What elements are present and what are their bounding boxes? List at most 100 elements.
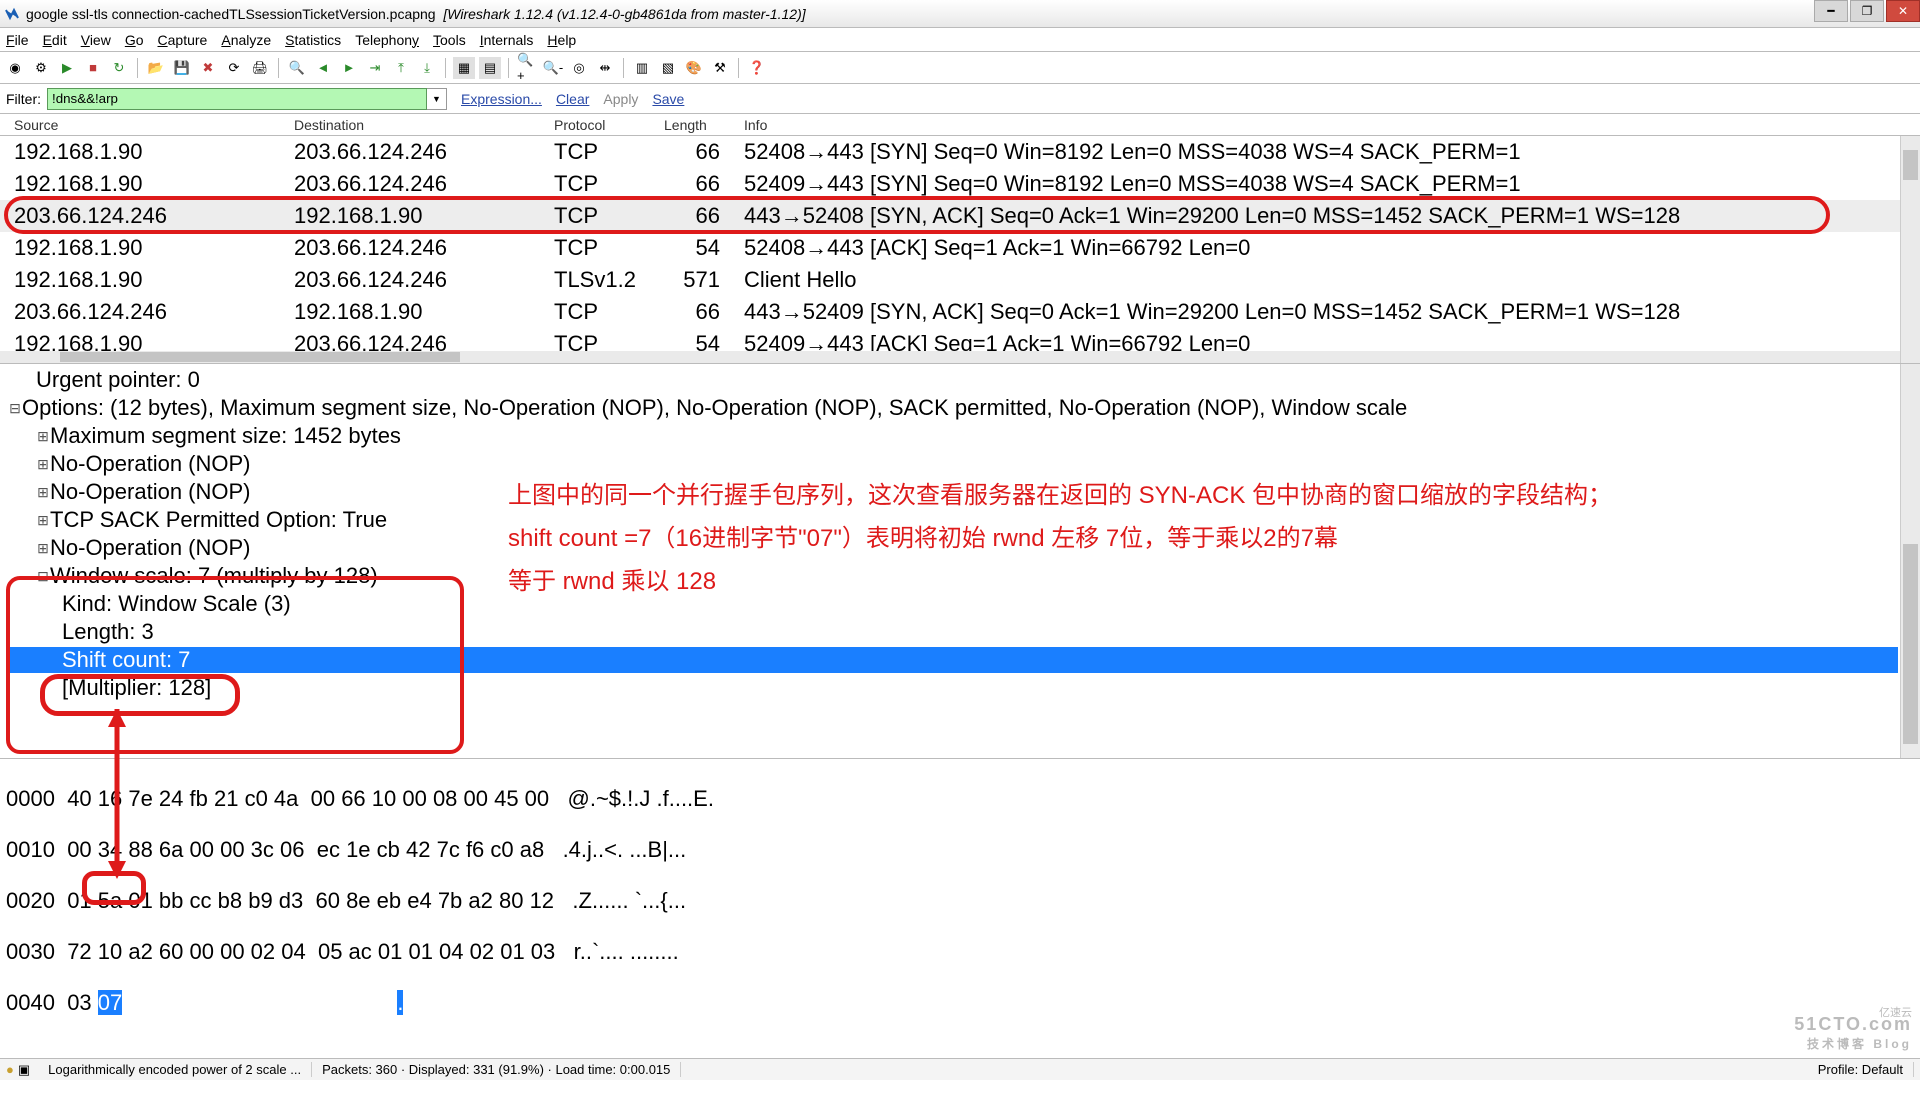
detail-urgent[interactable]: Urgent pointer: 0 [8,366,1920,394]
autoscroll-icon[interactable]: ▤ [479,57,501,79]
filter-input[interactable] [47,88,427,110]
filter-clear[interactable]: Clear [556,91,589,107]
menu-analyze[interactable]: Analyze [221,32,271,48]
status-profile[interactable]: Profile: Default [1808,1062,1914,1077]
resize-columns-icon[interactable]: ⇹ [594,57,616,79]
details-scrollbar-v[interactable] [1900,364,1920,758]
menu-telephony[interactable]: Telephony [355,32,419,48]
packet-details[interactable]: Urgent pointer: 0 ⊟Options: (12 bytes), … [0,364,1920,759]
hex-row[interactable]: 0040 03 07 . [6,990,1920,1016]
packet-row[interactable]: 192.168.1.90203.66.124.246TLSv1.2571Clie… [0,264,1920,296]
window-titlebar: google ssl-tls connection-cachedTLSsessi… [0,0,1920,28]
menu-edit[interactable]: Edit [43,32,67,48]
header-source[interactable]: Source [0,117,280,133]
title-version: [Wireshark 1.12.4 (v1.12.4-0-gb4861da fr… [443,6,805,22]
hex-row[interactable]: 0010 00 34 88 6a 00 00 3c 06 ec 1e cb 42… [6,837,1920,863]
header-protocol[interactable]: Protocol [540,117,650,133]
zoom-reset-icon[interactable]: ◎ [568,57,590,79]
hex-row[interactable]: 0000 40 16 7e 24 fb 21 c0 4a 00 66 10 00… [6,786,1920,812]
close-button[interactable]: ✕ [1886,0,1920,22]
expert-info-icon[interactable]: ▣ [18,1062,30,1078]
go-back-icon[interactable]: ◄ [312,57,334,79]
filter-expression[interactable]: Expression... [461,91,542,107]
annotation-text: 上图中的同一个并行握手包序列，这次查看服务器在返回的 SYN-ACK 包中协商的… [508,474,1612,604]
go-forward-icon[interactable]: ► [338,57,360,79]
stop-capture-icon[interactable]: ■ [82,57,104,79]
hex-pane[interactable]: 0000 40 16 7e 24 fb 21 c0 4a 00 66 10 00… [0,759,1920,907]
expand-icon[interactable]: ⊞ [36,456,50,473]
menu-capture[interactable]: Capture [158,32,208,48]
header-destination[interactable]: Destination [280,117,540,133]
header-info[interactable]: Info [730,117,1920,133]
menubar: File Edit View Go Capture Analyze Statis… [0,28,1920,52]
zoom-out-icon[interactable]: 🔍- [542,57,564,79]
filter-save[interactable]: Save [652,91,684,107]
help-icon[interactable]: ❓ [746,57,768,79]
status-packets: Packets: 360 · Displayed: 331 (91.9%) · … [312,1062,681,1077]
expand-icon[interactable]: ⊞ [36,512,50,529]
hex-row[interactable]: 0020 01 5a 01 bb cc b8 b9 d3 60 8e eb e4… [6,888,1920,914]
menu-internals[interactable]: Internals [480,32,534,48]
status-bar: ● ▣ Logarithmically encoded power of 2 s… [0,1058,1920,1080]
open-icon[interactable]: 📂 [145,57,167,79]
maximize-button[interactable]: ❐ [1850,0,1884,22]
packet-list-header: Source Destination Protocol Length Info [0,114,1920,136]
menu-statistics[interactable]: Statistics [285,32,341,48]
detail-options[interactable]: ⊟Options: (12 bytes), Maximum segment si… [8,394,1920,422]
display-filter-icon[interactable]: ▧ [657,57,679,79]
save-icon[interactable]: 💾 [171,57,193,79]
toolbar: ◉ ⚙ ▶ ■ ↻ 📂 💾 ✖ ⟳ 🖨 🔍 ◄ ► ⇥ ⤒ ⤓ ▦ ▤ 🔍+ 🔍… [0,52,1920,84]
menu-tools[interactable]: Tools [433,32,466,48]
watermark-yiyun: 亿速云 [1879,1004,1912,1020]
coloring-rules-icon[interactable]: 🎨 [683,57,705,79]
collapse-icon[interactable]: ⊟ [36,568,50,585]
options-icon[interactable]: ⚙ [30,57,52,79]
packet-row[interactable]: 203.66.124.246192.168.1.90TCP66443→52409… [0,296,1920,328]
prefs-icon[interactable]: ⚒ [709,57,731,79]
print-icon[interactable]: 🖨 [249,57,271,79]
start-capture-icon[interactable]: ▶ [56,57,78,79]
menu-view[interactable]: View [81,32,111,48]
packet-list[interactable]: 192.168.1.90203.66.124.246TCP6652408→443… [0,136,1920,364]
minimize-button[interactable]: ━ [1814,0,1848,22]
go-first-icon[interactable]: ⤒ [390,57,412,79]
filter-label: Filter: [6,91,41,107]
capture-filter-icon[interactable]: ▥ [631,57,653,79]
header-length[interactable]: Length [650,117,730,133]
menu-go[interactable]: Go [125,32,144,48]
hex-selected-byte: 07 [98,990,122,1015]
menu-help[interactable]: Help [547,32,576,48]
expand-icon[interactable]: ⊞ [36,484,50,501]
detail-shiftcount-selected[interactable]: Shift count: 7 [8,646,1920,674]
expand-icon[interactable]: ⊞ [36,540,50,557]
detail-mss[interactable]: ⊞Maximum segment size: 1452 bytes [8,422,1920,450]
packet-row[interactable]: 192.168.1.90203.66.124.246TCP6652409→443… [0,168,1920,200]
close-file-icon[interactable]: ✖ [197,57,219,79]
detail-multiplier[interactable]: [Multiplier: 128] [8,674,1920,702]
find-icon[interactable]: 🔍 [286,57,308,79]
go-to-icon[interactable]: ⇥ [364,57,386,79]
status-indicator-icon[interactable]: ● [6,1062,14,1077]
expand-icon[interactable]: ⊞ [36,428,50,445]
detail-length[interactable]: Length: 3 [8,618,1920,646]
title-filename: google ssl-tls connection-cachedTLSsessi… [26,6,436,22]
restart-capture-icon[interactable]: ↻ [108,57,130,79]
go-last-icon[interactable]: ⤓ [416,57,438,79]
interfaces-icon[interactable]: ◉ [4,57,26,79]
zoom-in-icon[interactable]: 🔍+ [516,57,538,79]
packet-list-scrollbar-v[interactable] [1900,136,1920,363]
filter-apply[interactable]: Apply [603,91,638,107]
colorize-icon[interactable]: ▦ [453,57,475,79]
status-field-desc: Logarithmically encoded power of 2 scale… [38,1062,312,1077]
collapse-icon[interactable]: ⊟ [8,400,22,417]
packet-row[interactable]: 192.168.1.90203.66.124.246TCP6652408→443… [0,136,1920,168]
packet-row[interactable]: 192.168.1.90203.66.124.246TCP5452408→443… [0,232,1920,264]
menu-file[interactable]: File [6,32,29,48]
hex-row[interactable]: 0030 72 10 a2 60 00 00 02 04 05 ac 01 01… [6,939,1920,965]
reload-icon[interactable]: ⟳ [223,57,245,79]
filter-bar: Filter: ▼ Expression... Clear Apply Save [0,84,1920,114]
packet-row-selected[interactable]: 203.66.124.246192.168.1.90TCP66443→52408… [0,200,1920,232]
packet-list-scrollbar-h[interactable] [0,351,1900,363]
filter-dropdown-icon[interactable]: ▼ [427,88,447,110]
wireshark-icon [4,6,20,22]
